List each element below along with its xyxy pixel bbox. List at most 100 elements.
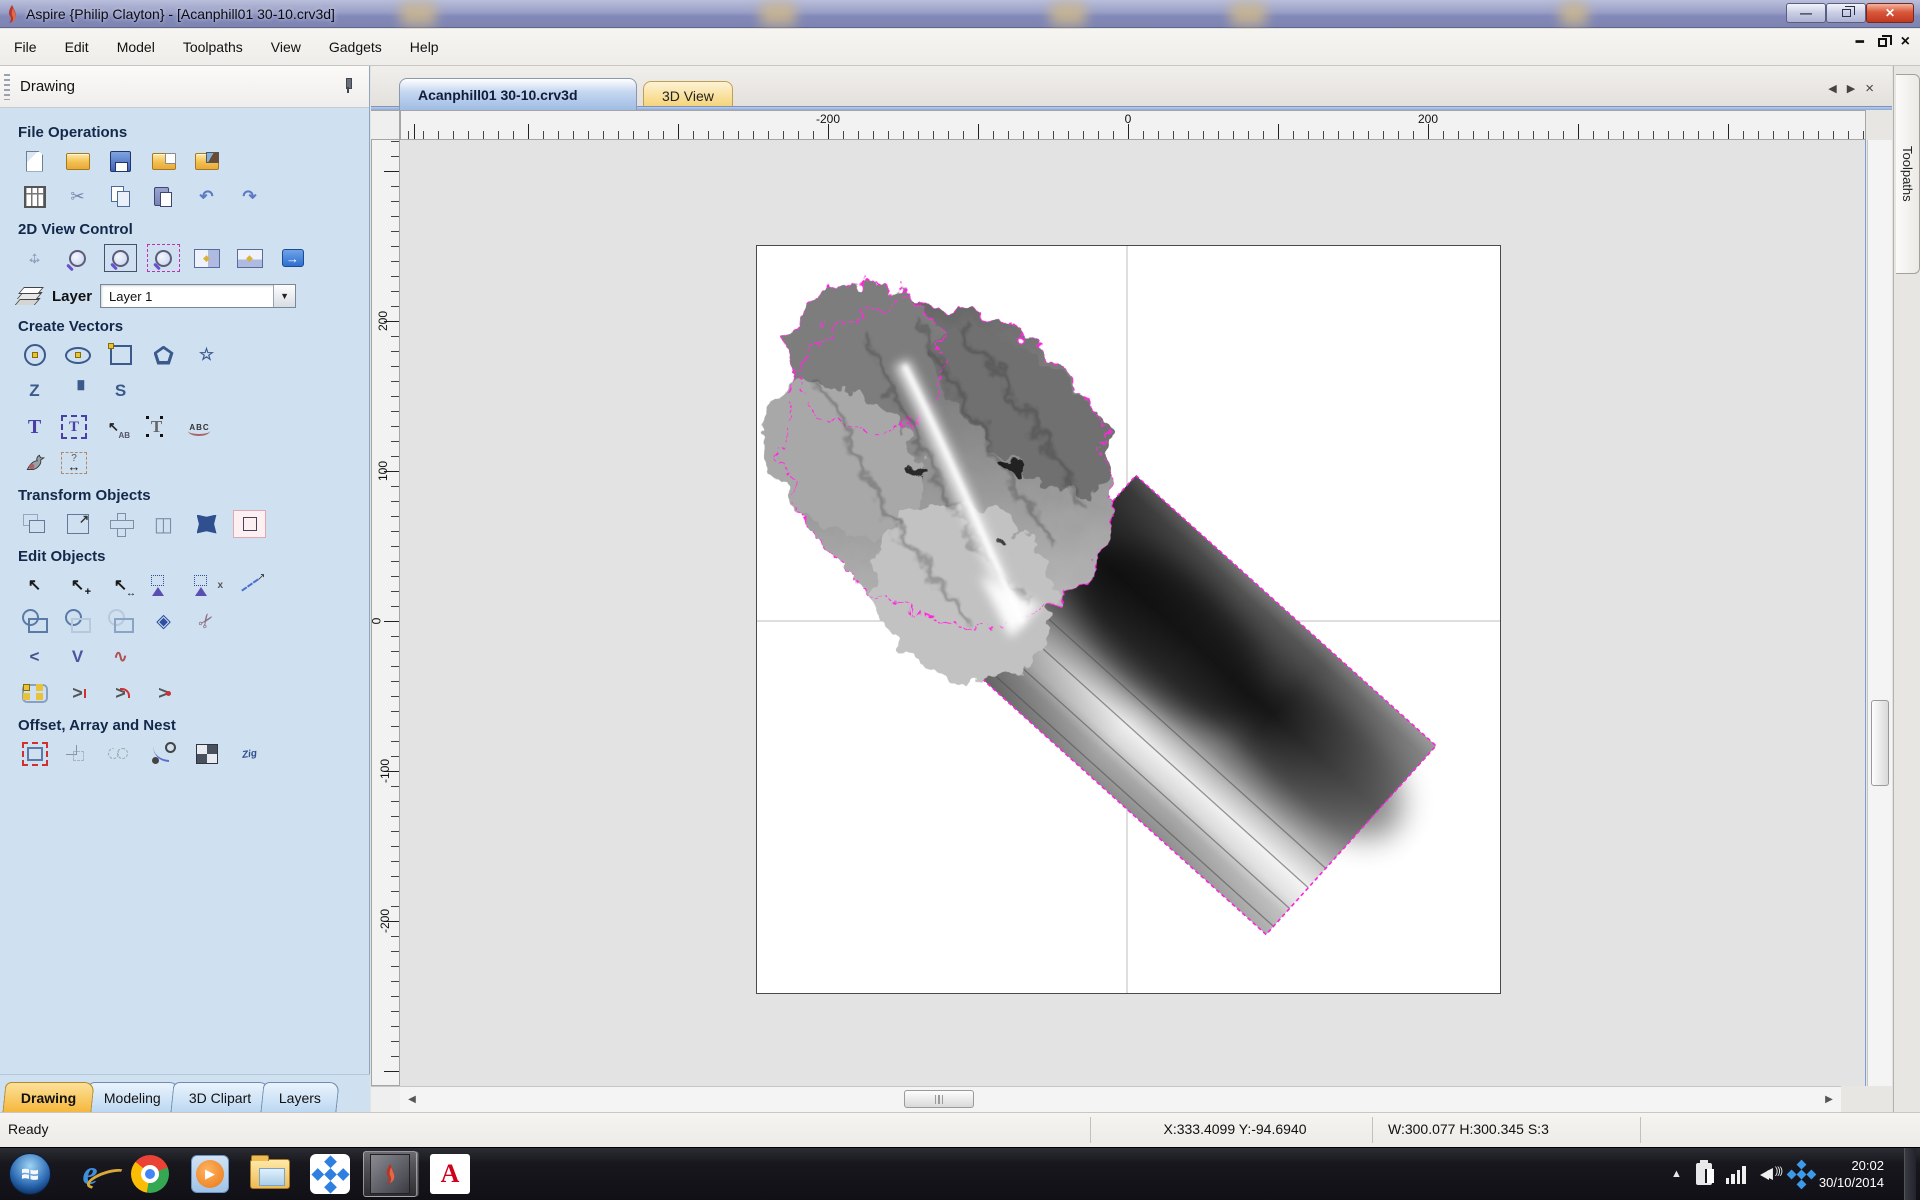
aspire-taskbar-icon[interactable] xyxy=(363,1151,417,1197)
paste-array-icon[interactable] xyxy=(190,740,223,768)
text-on-curve-icon[interactable]: ABC xyxy=(183,413,216,441)
tile-views-horizontal-icon[interactable] xyxy=(233,244,266,272)
start-button[interactable] xyxy=(3,1151,57,1197)
draw-text-box-icon[interactable]: T xyxy=(61,415,87,439)
set-size-icon[interactable] xyxy=(61,510,94,538)
vector-nodes-icon[interactable]: ◈ xyxy=(147,607,180,635)
draw-arc-icon[interactable]: ▝ xyxy=(61,377,94,405)
subtract-vectors-icon[interactable] xyxy=(61,607,94,635)
layer-select[interactable]: Layer 1 ▼ xyxy=(100,284,296,308)
document-minimize-button[interactable]: ━ xyxy=(1856,37,1864,47)
draw-text-icon[interactable]: T xyxy=(18,413,51,441)
chrome-icon[interactable] xyxy=(123,1151,177,1197)
draw-polygon-icon[interactable] xyxy=(147,341,180,369)
menu-view[interactable]: View xyxy=(257,32,315,62)
draw-ellipse-icon[interactable] xyxy=(61,341,94,369)
tab-document-2d[interactable]: Acanphill01 30-10.crv3d xyxy=(399,78,637,110)
draw-rectangle-icon[interactable] xyxy=(104,341,137,369)
zoom-selected-icon[interactable] xyxy=(147,244,180,272)
menu-toolpaths[interactable]: Toolpaths xyxy=(169,32,257,62)
close-vector-icon[interactable] xyxy=(18,679,51,707)
horizontal-scrollbar-thumb[interactable] xyxy=(904,1090,974,1108)
dropbox-tray-icon[interactable] xyxy=(1796,1169,1806,1179)
panel-tab-layers[interactable]: Layers xyxy=(261,1082,340,1112)
draw-circle-icon[interactable] xyxy=(18,341,51,369)
cut-icon[interactable]: ✂ xyxy=(61,183,94,211)
document-restore-button[interactable] xyxy=(1878,38,1887,47)
paste-icon[interactable] xyxy=(147,183,180,211)
copy-along-vectors-icon[interactable] xyxy=(147,740,180,768)
import-vectors-icon[interactable] xyxy=(147,147,180,175)
pin-icon[interactable] xyxy=(341,78,355,92)
intersect-vectors-icon[interactable] xyxy=(104,607,137,635)
undo-icon[interactable]: ↶ xyxy=(190,183,223,211)
vertical-scrollbar-thumb[interactable] xyxy=(1871,700,1889,786)
join-with-smooth-icon[interactable]: > xyxy=(147,679,180,707)
ungroup-icon[interactable]: x xyxy=(190,571,223,599)
menu-gadgets[interactable]: Gadgets xyxy=(315,32,396,62)
zoom-box-icon[interactable] xyxy=(104,244,137,272)
dropbox-icon[interactable] xyxy=(303,1151,357,1197)
horizontal-scrollbar[interactable]: ◀ ▶ xyxy=(400,1086,1841,1112)
redo-icon[interactable]: ↷ xyxy=(233,183,266,211)
window-minimize-button[interactable]: — xyxy=(1786,3,1826,23)
clock[interactable]: 20:02 30/10/2014 xyxy=(1819,1157,1890,1191)
panel-tab-3d-clipart[interactable]: 3D Clipart xyxy=(170,1082,269,1112)
copy-icon[interactable] xyxy=(104,183,137,211)
tile-views-vertical-icon[interactable] xyxy=(190,244,223,272)
weld-vectors-icon[interactable] xyxy=(18,607,51,635)
job-page[interactable] xyxy=(756,245,1501,994)
window-restore-button[interactable] xyxy=(1826,3,1866,23)
internet-explorer-icon[interactable]: e xyxy=(63,1151,117,1197)
pan-view-icon[interactable]: ↔ xyxy=(18,244,51,272)
power-icon[interactable] xyxy=(1696,1163,1712,1185)
offset-vectors-icon[interactable] xyxy=(18,740,51,768)
group-icon[interactable] xyxy=(147,571,180,599)
convert-text-to-curves-icon[interactable]: T xyxy=(140,413,173,441)
interactive-transform-icon[interactable]: ↖ xyxy=(104,571,137,599)
file-explorer-icon[interactable] xyxy=(243,1151,297,1197)
select-icon[interactable]: ↖ xyxy=(18,571,51,599)
job-setup-icon[interactable] xyxy=(18,183,51,211)
measure-icon[interactable] xyxy=(233,571,266,599)
horizontal-scrollbar-track[interactable] xyxy=(424,1087,1817,1112)
trace-bitmap-icon[interactable] xyxy=(18,449,51,477)
center-in-material-icon[interactable] xyxy=(104,510,137,538)
media-player-icon[interactable]: ▶ xyxy=(183,1151,237,1197)
fillet-icon[interactable]: < xyxy=(18,643,51,671)
window-close-button[interactable]: ✕ xyxy=(1866,3,1914,23)
network-icon[interactable] xyxy=(1726,1164,1746,1184)
drawing-canvas[interactable] xyxy=(400,140,1866,1086)
tab-scroll-right-icon[interactable]: ▶ xyxy=(1847,82,1855,95)
fit-curves-icon[interactable]: ∿ xyxy=(104,643,137,671)
document-close-button[interactable]: × xyxy=(1901,37,1910,47)
edit-text-spacing-icon[interactable]: ↖ xyxy=(97,413,130,441)
panel-tab-drawing[interactable]: Drawing xyxy=(2,1082,94,1112)
menu-edit[interactable]: Edit xyxy=(51,32,103,62)
import-bitmap-icon[interactable] xyxy=(190,147,223,175)
draw-curve-icon[interactable]: S xyxy=(104,377,137,405)
zoom-interactive-icon[interactable] xyxy=(61,244,94,272)
join-vectors-icon[interactable]: V xyxy=(61,643,94,671)
node-edit-icon[interactable]: ↖ xyxy=(61,571,94,599)
adobe-reader-icon[interactable]: A xyxy=(423,1151,477,1197)
volume-icon[interactable] xyxy=(1760,1164,1784,1184)
vertical-scrollbar[interactable] xyxy=(1867,140,1892,1086)
save-file-icon[interactable] xyxy=(104,147,137,175)
switch-2d-3d-view-icon[interactable] xyxy=(276,244,309,272)
menu-model[interactable]: Model xyxy=(103,32,169,62)
panel-grip[interactable] xyxy=(4,74,10,100)
circular-array-icon[interactable] xyxy=(104,740,137,768)
panel-tab-modeling[interactable]: Modeling xyxy=(86,1082,180,1112)
join-with-curve-icon[interactable]: > xyxy=(104,679,137,707)
mirror-icon[interactable]: ◫ xyxy=(147,510,180,538)
tab-toolpaths[interactable]: Toolpaths xyxy=(1896,74,1920,274)
tab-scroll-left-icon[interactable]: ◀ xyxy=(1828,82,1836,95)
distort-icon[interactable] xyxy=(190,510,223,538)
align-objects-icon[interactable] xyxy=(233,510,266,538)
new-file-icon[interactable] xyxy=(18,147,51,175)
show-hidden-icons-button[interactable]: ▲ xyxy=(1671,1168,1682,1180)
draw-polyline-icon[interactable]: Z xyxy=(18,377,51,405)
draw-star-icon[interactable]: ☆ xyxy=(190,341,223,369)
nesting-icon[interactable]: Zig xyxy=(231,738,268,770)
